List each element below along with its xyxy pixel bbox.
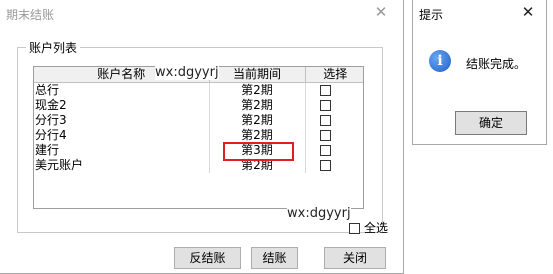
table-row[interactable]: 总行 第2期 xyxy=(34,82,363,98)
period-cell: 第2期 xyxy=(209,82,306,98)
account-table: 账户名称 当前期间 选择 总行 第2期 现金2 第2期 分行3 第2期 分行4 … xyxy=(33,66,364,209)
checkbox-icon[interactable] xyxy=(319,100,331,111)
dialog-titlebar: 期末结账 ✕ xyxy=(0,0,403,26)
post-button[interactable]: 结账 xyxy=(251,247,298,269)
ok-button[interactable]: 确定 xyxy=(455,111,527,135)
period-cell: 第2期 xyxy=(209,98,306,113)
select-all-label: 全选 xyxy=(364,221,389,235)
table-row[interactable]: 美元账户 第2期 xyxy=(34,158,363,173)
watermark-text: wx:dgyyrj xyxy=(155,65,219,80)
message-titlebar: 提示 ✕ xyxy=(413,0,546,26)
table-row[interactable]: 分行4 第2期 xyxy=(34,128,363,143)
close-icon[interactable]: ✕ xyxy=(518,2,538,22)
checkbox-icon[interactable] xyxy=(319,160,331,171)
account-name-cell: 建行 xyxy=(34,143,210,158)
column-header-select[interactable]: 选择 xyxy=(305,67,363,83)
watermark-text: wx:dgyyrj xyxy=(287,206,351,221)
highlight-box xyxy=(223,142,294,161)
table-row[interactable]: 现金2 第2期 xyxy=(34,98,363,113)
checkbox-icon[interactable] xyxy=(319,85,331,96)
account-name-cell: 分行4 xyxy=(34,128,210,143)
account-list-label: 账户列表 xyxy=(26,39,81,56)
checkbox-icon[interactable] xyxy=(349,223,360,234)
account-name-cell: 分行3 xyxy=(34,113,210,128)
message-text: 结账完成。 xyxy=(466,57,527,71)
unpost-button[interactable]: 反结账 xyxy=(174,247,241,269)
column-header-current-period[interactable]: 当前期间 xyxy=(209,67,306,83)
info-icon: i xyxy=(429,50,451,72)
table-row[interactable]: 建行 第3期 xyxy=(34,143,363,158)
close-icon[interactable]: ✕ xyxy=(371,2,391,22)
period-cell: 第2期 xyxy=(209,128,306,143)
dialog-title: 期末结账 xyxy=(6,8,55,22)
checkbox-icon[interactable] xyxy=(319,115,331,126)
message-title: 提示 xyxy=(419,8,444,22)
account-name-cell: 现金2 xyxy=(34,98,210,113)
period-cell: 第2期 xyxy=(209,113,306,128)
select-all-checkbox[interactable]: 全选 xyxy=(349,219,388,236)
account-name-cell: 美元账户 xyxy=(34,158,210,173)
table-row[interactable]: 分行3 第2期 xyxy=(34,113,363,128)
account-name-cell: 总行 xyxy=(34,82,210,98)
close-button[interactable]: 关闭 xyxy=(324,247,386,269)
checkbox-icon[interactable] xyxy=(319,145,331,156)
checkbox-icon[interactable] xyxy=(319,130,331,141)
